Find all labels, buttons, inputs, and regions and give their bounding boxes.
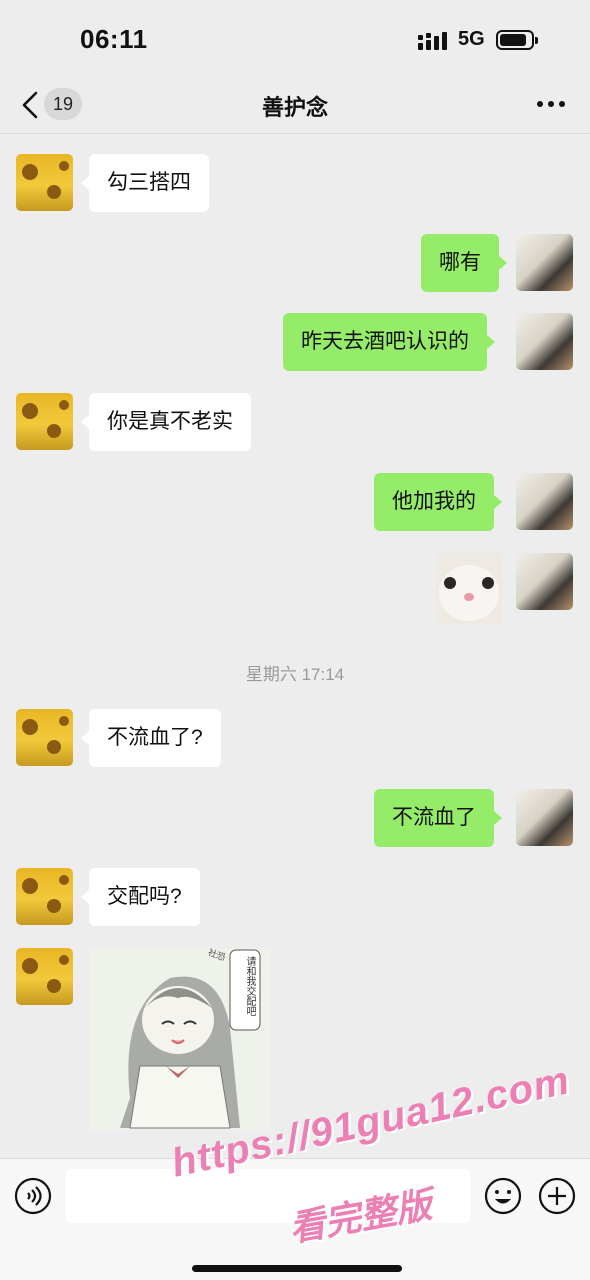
sunflower-icon (22, 955, 69, 993)
cat-face-icon (439, 565, 499, 621)
message-bubble[interactable]: 不流血了? (81, 709, 221, 767)
sunflower-icon (22, 875, 69, 913)
status-bar: 06:11 5G (0, 0, 590, 80)
cat-face-sticker[interactable] (436, 553, 502, 625)
add-plus-icon[interactable] (538, 1177, 576, 1215)
contact-avatar[interactable] (16, 393, 73, 450)
sunflower-icon (22, 161, 69, 199)
battery-icon (496, 30, 538, 50)
my-avatar[interactable] (516, 234, 573, 291)
emoji-icon[interactable] (484, 1177, 522, 1215)
contact-avatar[interactable] (16, 709, 73, 766)
message-bubble[interactable]: 不流血了 (374, 789, 502, 847)
network-type: 5G (458, 28, 485, 50)
status-time: 06:11 (80, 24, 148, 54)
contact-avatar[interactable] (16, 948, 73, 1005)
more-options-icon[interactable] (534, 94, 568, 114)
sticker-speech-text: 请和我交配吧 (244, 956, 255, 1016)
message-bubble[interactable]: 昨天去酒吧认识的 (283, 313, 495, 371)
sunflower-icon (22, 716, 69, 754)
home-indicator[interactable] (192, 1265, 402, 1272)
sunflower-icon (22, 400, 69, 438)
voice-icon[interactable] (14, 1177, 52, 1215)
contact-avatar[interactable] (16, 154, 73, 211)
time-separator: 星期六 17:14 (245, 665, 345, 684)
chat-header: 19 善护念 (0, 78, 590, 134)
anime-girl-sticker[interactable]: 请和我交配吧 社恐 (90, 947, 270, 1130)
signal-icon (418, 32, 447, 50)
message-bubble[interactable]: 你是真不老实 (81, 393, 251, 451)
my-avatar[interactable] (516, 553, 573, 610)
my-avatar[interactable] (516, 789, 573, 846)
message-bubble[interactable]: 勾三搭四 (81, 154, 209, 212)
message-bubble[interactable]: 他加我的 (374, 473, 502, 531)
my-avatar[interactable] (516, 313, 573, 370)
my-avatar[interactable] (516, 473, 573, 530)
chat-title: 善护念 (261, 95, 328, 120)
message-bubble[interactable]: 哪有 (421, 234, 507, 292)
contact-avatar[interactable] (16, 868, 73, 925)
message-bubble[interactable]: 交配吗? (81, 868, 200, 926)
